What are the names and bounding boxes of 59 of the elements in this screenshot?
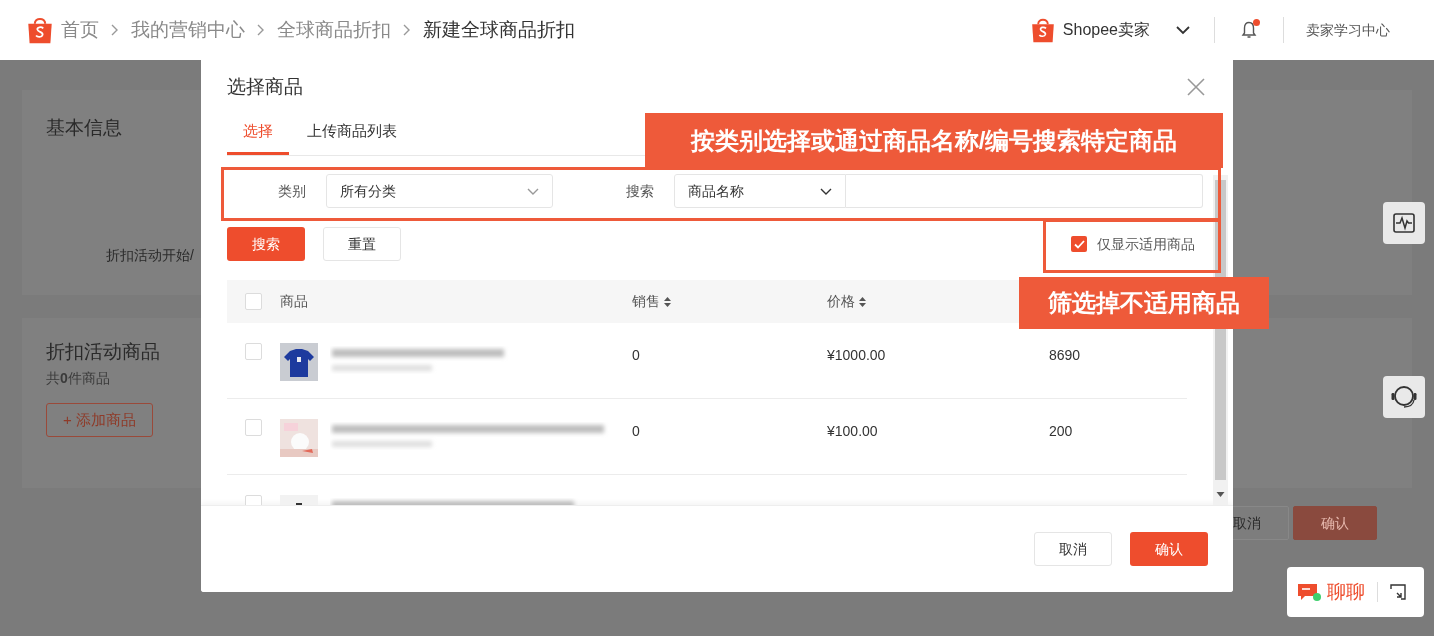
tab[interactable]: 上传商品列表 [291, 110, 413, 155]
section-title: 折扣活动商品 [46, 340, 160, 364]
sort-icon[interactable] [664, 295, 671, 308]
modal-title: 选择商品 [227, 74, 303, 99]
shopping-bag-icon [27, 15, 53, 45]
reset-button[interactable]: 重置 [323, 227, 401, 261]
checkbox-label: 仅显示适用商品 [1097, 234, 1195, 254]
learning-center-link[interactable]: 卖家学习中心 [1306, 19, 1390, 41]
checkbox[interactable] [245, 343, 262, 360]
chevron-right-icon [257, 24, 265, 36]
cancel-button[interactable]: 取消 [1034, 532, 1112, 566]
search-type-select[interactable]: 商品名称 [674, 174, 846, 208]
close-icon[interactable] [1187, 78, 1205, 96]
chevron-down-icon [820, 187, 832, 195]
product-count: 共0件商品 [46, 369, 110, 388]
search-label: 搜索 [626, 181, 655, 201]
chevron-right-icon [111, 24, 119, 36]
chevron-down-icon[interactable] [1176, 25, 1190, 35]
field-label: 折扣活动开始/ [106, 245, 194, 265]
table-cell: 200 [1049, 423, 1073, 439]
chat-icon [1297, 581, 1323, 603]
section-title: 基本信息 [46, 116, 122, 140]
support-button[interactable] [1383, 376, 1425, 418]
table-cell: 8690 [1049, 347, 1081, 363]
chat-label: 聊聊 [1327, 579, 1365, 604]
search-input[interactable] [846, 174, 1203, 208]
checkbox[interactable] [245, 419, 262, 436]
column-header: 商品 [280, 292, 308, 311]
bell-icon[interactable] [1239, 19, 1261, 41]
shop-name[interactable]: Shopee卖家 [1062, 18, 1150, 42]
table-cell: 0 [632, 347, 640, 363]
column-header[interactable]: 销售 [632, 291, 660, 312]
headset-icon [1390, 384, 1418, 410]
search-button[interactable]: 搜索 [227, 227, 305, 261]
chevron-down-icon [527, 187, 539, 195]
table-cell: ¥100.00 [827, 423, 878, 439]
confirm-button[interactable]: 确认 [1130, 532, 1208, 566]
category-label: 类别 [278, 181, 307, 201]
tab[interactable]: 选择 [227, 110, 289, 155]
checkbox[interactable] [245, 293, 262, 310]
sort-icon[interactable] [859, 295, 866, 308]
pulse-button[interactable] [1383, 202, 1425, 244]
shopping-bag-icon [1030, 16, 1055, 44]
breadcrumb-link[interactable]: 我的营销中心 [131, 15, 245, 45]
chevron-right-icon [403, 24, 411, 36]
pulse-icon [1393, 213, 1415, 233]
breadcrumb-link[interactable]: 全球商品折扣 [277, 15, 391, 45]
expand-icon[interactable] [1390, 584, 1406, 600]
annotation-label: 筛选掉不适用商品 [1019, 277, 1269, 329]
table-cell: ¥1000.00 [827, 347, 886, 363]
breadcrumb-current: 新建全球商品折扣 [423, 17, 575, 42]
confirm-button[interactable]: 确认 [1293, 506, 1377, 540]
chat-widget[interactable]: 聊聊 [1287, 567, 1424, 617]
table-cell: 0 [632, 423, 640, 439]
category-select[interactable]: 所有分类 [326, 174, 553, 208]
breadcrumb-link[interactable]: 首页 [61, 15, 99, 45]
column-header[interactable]: 价格 [827, 291, 855, 312]
checkbox[interactable] [1071, 236, 1087, 252]
annotation-label: 按类别选择或通过商品名称/编号搜索特定商品 [645, 113, 1223, 168]
